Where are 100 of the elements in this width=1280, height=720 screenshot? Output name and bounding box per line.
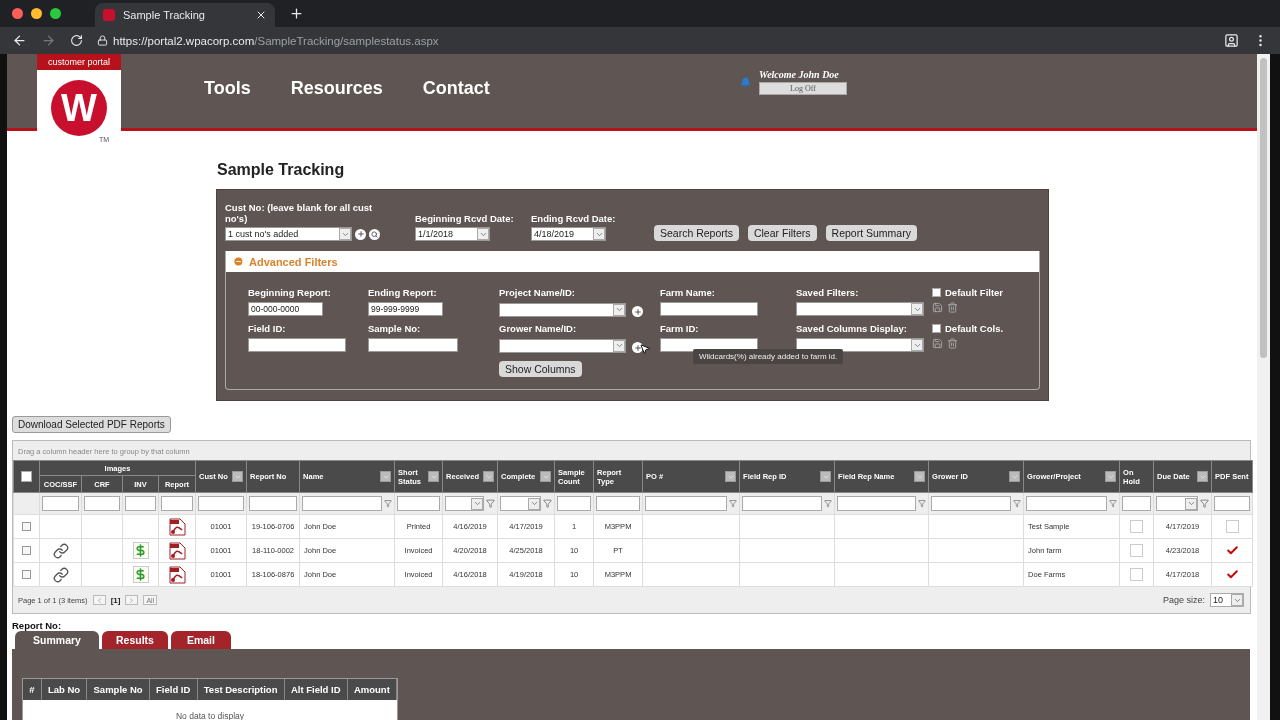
column-filter-field[interactable] <box>931 496 1012 511</box>
filter-icon[interactable] <box>1109 499 1118 508</box>
row-checkbox[interactable] <box>22 546 31 555</box>
save-icon[interactable] <box>932 338 943 349</box>
column-filter-field[interactable] <box>557 496 592 511</box>
column-filter-field[interactable] <box>837 496 917 511</box>
close-window-button[interactable] <box>12 8 23 19</box>
new-tab-icon[interactable] <box>289 6 304 21</box>
previous-page-button[interactable] <box>92 595 106 605</box>
chain-link-icon[interactable] <box>52 566 69 583</box>
add-icon[interactable] <box>632 306 643 317</box>
back-icon[interactable] <box>12 33 27 48</box>
filter-button[interactable]: Search Reports <box>654 225 739 241</box>
column-filter-field[interactable] <box>198 496 245 511</box>
column-filter-field[interactable] <box>125 496 156 511</box>
forward-icon[interactable] <box>41 33 56 48</box>
column-menu-button[interactable] <box>540 471 552 482</box>
column-menu-button[interactable] <box>1009 471 1021 482</box>
column-menu-button[interactable] <box>820 471 832 482</box>
dropdown-field[interactable] <box>796 338 924 352</box>
column-filter-field[interactable] <box>42 496 79 511</box>
add-icon[interactable] <box>355 228 366 240</box>
filter-icon[interactable] <box>486 499 496 508</box>
bell-icon[interactable] <box>740 76 751 88</box>
checkbox[interactable] <box>932 324 941 333</box>
dropdown-field[interactable] <box>499 302 626 317</box>
on-hold-checkbox[interactable] <box>1130 568 1144 581</box>
reload-icon[interactable] <box>70 34 83 47</box>
column-filter-field[interactable] <box>397 496 441 511</box>
current-page[interactable]: [1] <box>110 595 121 605</box>
column-filter-field[interactable] <box>302 496 383 511</box>
show-columns-button[interactable]: Show Columns <box>499 361 582 377</box>
filter-icon[interactable] <box>918 499 927 508</box>
on-hold-checkbox[interactable] <box>1130 520 1144 533</box>
page-size-dropdown[interactable]: 10 <box>1210 593 1244 607</box>
maximize-window-button[interactable] <box>50 8 61 19</box>
date-dropdown[interactable]: 4/18/2019 <box>531 227 606 241</box>
filter-icon[interactable] <box>1200 499 1210 508</box>
browser-tab[interactable]: Sample Tracking <box>95 3 275 27</box>
column-filter-field[interactable] <box>596 496 641 511</box>
nav-link[interactable]: Contact <box>422 77 490 99</box>
filter-button[interactable]: Clear Filters <box>747 225 817 241</box>
column-filter-field[interactable] <box>1214 496 1251 511</box>
text-field[interactable] <box>660 302 758 316</box>
filter-button[interactable]: Report Summary <box>825 225 917 241</box>
date-filter-dropdown[interactable] <box>445 496 485 511</box>
date-dropdown[interactable]: 1/1/2018 <box>415 227 490 241</box>
column-menu-button[interactable] <box>428 471 440 482</box>
minimize-window-button[interactable] <box>31 8 42 19</box>
column-filter-field[interactable] <box>645 496 728 511</box>
scrollbar-thumb[interactable] <box>1260 58 1267 358</box>
text-field[interactable]: 00-000-0000 <box>248 302 323 316</box>
column-filter-field[interactable] <box>1122 496 1152 511</box>
filter-icon[interactable] <box>384 499 393 508</box>
column-menu-button[interactable] <box>232 471 244 482</box>
collapse-icon[interactable] <box>233 256 244 267</box>
column-filter-field[interactable] <box>1026 496 1108 511</box>
chain-link-icon[interactable] <box>52 542 69 559</box>
profile-icon[interactable] <box>1224 33 1239 48</box>
cust-no-dropdown[interactable]: 1 cust no's added <box>225 227 352 241</box>
row-checkbox[interactable] <box>22 522 31 531</box>
column-filter-field[interactable] <box>249 496 298 511</box>
date-filter-dropdown[interactable] <box>500 496 542 511</box>
column-menu-button[interactable] <box>914 471 926 482</box>
filter-icon[interactable] <box>824 499 833 508</box>
file-icon[interactable] <box>168 517 186 536</box>
text-field[interactable] <box>248 338 346 352</box>
dropdown-field[interactable] <box>499 338 626 353</box>
trash-icon[interactable] <box>947 338 958 349</box>
dropdown-field[interactable] <box>796 302 924 316</box>
nav-link[interactable]: Resources <box>290 77 383 99</box>
save-icon[interactable] <box>932 302 943 313</box>
row-checkbox[interactable] <box>22 570 31 579</box>
column-menu-button[interactable] <box>380 471 392 482</box>
file-icon[interactable] <box>168 565 186 584</box>
dollar-document-icon[interactable] <box>132 542 149 559</box>
column-filter-field[interactable] <box>161 496 194 511</box>
column-menu-button[interactable] <box>1197 471 1209 482</box>
on-hold-checkbox[interactable] <box>1130 544 1144 557</box>
tab[interactable]: Results <box>102 631 168 649</box>
text-field[interactable] <box>368 338 458 352</box>
trash-icon[interactable] <box>947 302 958 313</box>
close-icon[interactable] <box>255 9 267 21</box>
file-icon[interactable] <box>168 541 186 560</box>
filter-icon[interactable] <box>1013 499 1022 508</box>
column-menu-button[interactable] <box>483 471 495 482</box>
date-filter-dropdown[interactable] <box>1156 496 1199 511</box>
tab[interactable]: Email <box>170 631 231 649</box>
download-button[interactable]: Download Selected PDF Reports <box>12 416 171 433</box>
tab[interactable]: Summary <box>15 631 99 649</box>
column-menu-button[interactable] <box>725 471 737 482</box>
text-field[interactable] <box>660 338 758 352</box>
log-off-button[interactable]: Log Off <box>759 82 847 95</box>
next-page-button[interactable] <box>125 595 139 605</box>
dollar-document-icon[interactable] <box>132 566 149 583</box>
filter-icon[interactable] <box>543 499 553 508</box>
filter-icon[interactable] <box>729 499 738 508</box>
search-icon[interactable] <box>369 228 380 240</box>
select-all-checkbox[interactable] <box>21 471 32 482</box>
column-filter-field[interactable] <box>742 496 823 511</box>
